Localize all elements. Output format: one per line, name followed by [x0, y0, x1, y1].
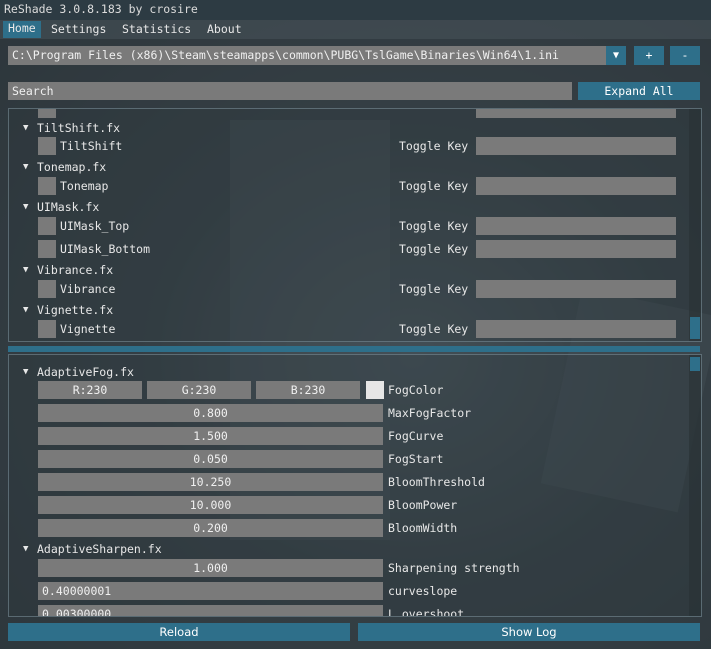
param-slider[interactable]: 10.250: [38, 473, 383, 491]
technique-name: UIMask_Top: [60, 219, 130, 233]
param-slider[interactable]: 0.050: [38, 450, 383, 468]
technique-checkbox[interactable]: [38, 320, 56, 338]
effect-file-tiltshift[interactable]: TiltShift.fx: [37, 121, 120, 135]
menu-about[interactable]: About: [207, 22, 242, 36]
param-label: BloomWidth: [388, 521, 458, 535]
effect-file-adaptivefog[interactable]: AdaptiveFog.fx: [37, 365, 134, 379]
param-slider[interactable]: 10.000: [38, 496, 383, 514]
expanded-arrow-icon[interactable]: ▼: [23, 305, 28, 315]
toggle-key-field[interactable]: [476, 177, 676, 195]
technique-name: Vignette: [60, 322, 116, 336]
toggle-key-label: Toggle Key: [399, 242, 469, 256]
param-slider[interactable]: 0.800: [38, 404, 383, 422]
scrollbar-thumb[interactable]: [690, 317, 700, 339]
menu-settings[interactable]: Settings: [51, 22, 106, 36]
expanded-arrow-icon[interactable]: ▼: [23, 123, 28, 133]
technique-name: TiltShift: [60, 139, 123, 153]
fogcolor-red-field[interactable]: R:230: [38, 381, 142, 399]
techniques-scrollbar[interactable]: [689, 109, 701, 341]
show-log-button[interactable]: Show Log: [358, 623, 700, 641]
toggle-key-label: Toggle Key: [399, 139, 469, 153]
menu-home[interactable]: Home: [3, 21, 41, 38]
variables-panel: ▼ AdaptiveFog.fx R:230 G:230 B:230 FogCo…: [8, 354, 702, 617]
effect-file-vibrance[interactable]: Vibrance.fx: [37, 263, 113, 277]
technique-name: Tonemap: [60, 179, 109, 193]
toggle-key-label: Toggle Key: [399, 282, 469, 296]
param-label: FogStart: [388, 452, 444, 466]
toggle-key-label: Toggle Key: [399, 179, 469, 193]
param-label: FogCurve: [388, 429, 444, 443]
toggle-key-field[interactable]: [476, 280, 676, 298]
variables-scrollbar[interactable]: [689, 355, 701, 616]
title-bar: ReShade 3.0.8.183 by crosire: [0, 0, 711, 20]
chevron-down-icon[interactable]: ▼: [606, 46, 626, 65]
expanded-arrow-icon[interactable]: ▼: [23, 544, 28, 554]
param-label: BloomPower: [388, 498, 458, 512]
add-preset-button[interactable]: +: [634, 46, 664, 65]
toggle-key-label: Toggle Key: [399, 322, 469, 336]
fogcolor-swatch[interactable]: [366, 381, 384, 399]
fogcolor-green-field[interactable]: G:230: [147, 381, 251, 399]
expanded-arrow-icon[interactable]: ▼: [23, 367, 28, 377]
effect-file-adaptivesharpen[interactable]: AdaptiveSharpen.fx: [37, 542, 162, 556]
toggle-key-field[interactable]: [476, 240, 676, 258]
reshade-window: ReShade 3.0.8.183 by crosire Home Settin…: [0, 0, 711, 649]
param-slider[interactable]: 1.500: [38, 427, 383, 445]
remove-preset-button[interactable]: -: [670, 46, 700, 65]
menu-bar: Home Settings Statistics About: [0, 20, 711, 39]
scrollbar-thumb[interactable]: [690, 357, 700, 371]
menu-statistics[interactable]: Statistics: [122, 22, 191, 36]
technique-name: Vibrance: [60, 282, 116, 296]
effect-file-uimask[interactable]: UIMask.fx: [37, 200, 99, 214]
fogcolor-blue-field[interactable]: B:230: [256, 381, 360, 399]
preset-selector[interactable]: C:\Program Files (x86)\Steam\steamapps\c…: [8, 46, 626, 65]
param-input[interactable]: 0.40000001: [38, 582, 383, 600]
param-label: MaxFogFactor: [388, 406, 472, 420]
technique-name: UIMask_Bottom: [60, 242, 151, 256]
effect-file-tonemap[interactable]: Tonemap.fx: [37, 160, 106, 174]
param-label: L overshoot: [388, 607, 465, 617]
expand-all-button[interactable]: Expand All: [578, 82, 700, 100]
toggle-key-field[interactable]: [476, 217, 676, 235]
technique-checkbox[interactable]: [38, 177, 56, 195]
toggle-key-field[interactable]: [476, 320, 676, 338]
param-slider[interactable]: 1.000: [38, 559, 383, 577]
window-title: ReShade 3.0.8.183 by crosire: [4, 2, 198, 16]
param-label: BloomThreshold: [388, 475, 485, 489]
techniques-panel: ▼ TiltShift.fx TiltShift Toggle Key ▼ To…: [8, 108, 702, 342]
toggle-key-field[interactable]: [476, 109, 676, 118]
technique-checkbox[interactable]: [38, 240, 56, 258]
param-slider[interactable]: 0.200: [38, 519, 383, 537]
param-label: FogColor: [388, 383, 444, 397]
preset-path: C:\Program Files (x86)\Steam\steamapps\c…: [12, 48, 559, 62]
panel-splitter[interactable]: [8, 346, 700, 352]
technique-checkbox[interactable]: [38, 280, 56, 298]
effect-file-vignette[interactable]: Vignette.fx: [37, 303, 113, 317]
technique-checkbox[interactable]: [38, 137, 56, 155]
search-placeholder: Search: [12, 84, 54, 98]
search-input[interactable]: Search: [8, 82, 572, 100]
param-label: Sharpening strength: [388, 561, 520, 575]
technique-checkbox[interactable]: [38, 217, 56, 235]
toggle-key-field[interactable]: [476, 137, 676, 155]
reload-button[interactable]: Reload: [8, 623, 350, 641]
param-input[interactable]: 0.00300000: [38, 605, 383, 616]
expanded-arrow-icon[interactable]: ▼: [23, 202, 28, 212]
expanded-arrow-icon[interactable]: ▼: [23, 265, 28, 275]
expanded-arrow-icon[interactable]: ▼: [23, 162, 28, 172]
param-label: curveslope: [388, 584, 458, 598]
toggle-key-label: Toggle Key: [399, 219, 469, 233]
technique-checkbox[interactable]: [38, 109, 56, 118]
